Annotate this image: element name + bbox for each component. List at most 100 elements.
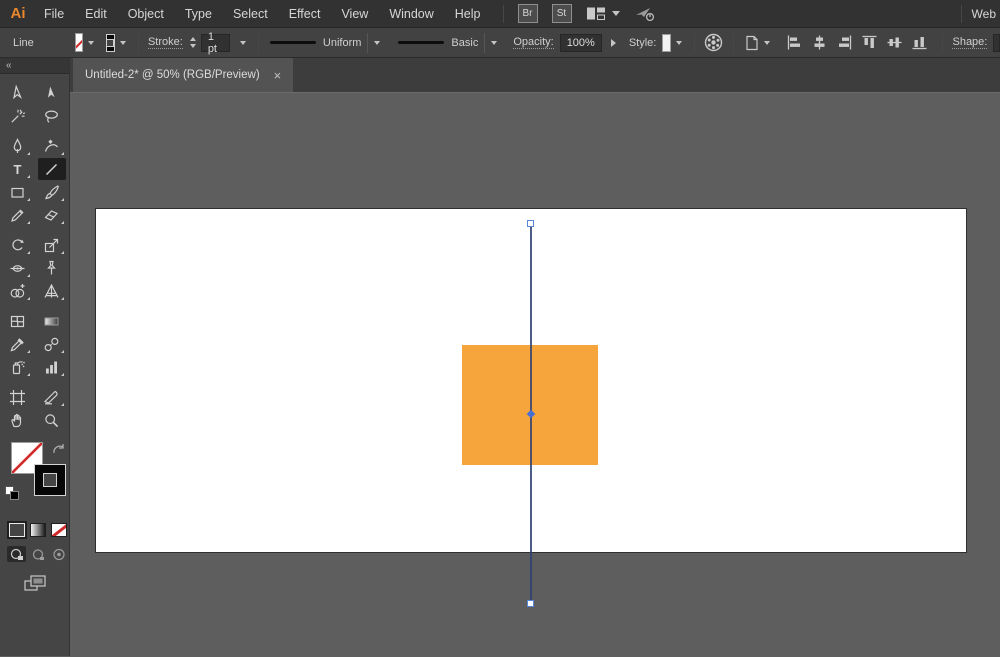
menu-object[interactable]: Object	[128, 7, 164, 21]
stroke-swatch-black[interactable]	[34, 464, 66, 496]
slice-tool[interactable]	[38, 386, 66, 408]
align-top-icon[interactable]	[861, 34, 878, 51]
none-mode-swatch[interactable]	[51, 523, 67, 537]
chevron-down-icon[interactable]	[88, 40, 95, 45]
symbol-sprayer-tool[interactable]	[4, 356, 32, 378]
align-horizontal-center-icon[interactable]	[811, 34, 828, 51]
puppet-warp-tool[interactable]	[38, 257, 66, 279]
draw-behind-mode[interactable]	[28, 546, 47, 562]
style-label[interactable]: Style:	[629, 37, 657, 49]
chevron-down-icon	[374, 40, 381, 45]
close-icon[interactable]: ×	[274, 69, 282, 82]
magic-wand-tool[interactable]	[4, 105, 32, 127]
stroke-weight-field[interactable]: 1 pt	[200, 31, 230, 55]
draw-normal-mode[interactable]	[7, 546, 26, 562]
chevron-down-icon	[491, 40, 498, 45]
screen-mode-icon[interactable]	[23, 574, 47, 597]
shape-builder-tool[interactable]	[4, 280, 32, 302]
column-graph-tool[interactable]	[38, 356, 66, 378]
chevron-down-icon	[611, 11, 620, 16]
width-profile-dropdown[interactable]: Uniform	[264, 33, 368, 53]
brush-preview	[398, 41, 445, 44]
eyedropper-tool[interactable]	[4, 333, 32, 355]
menu-select[interactable]: Select	[233, 7, 268, 21]
eraser-tool[interactable]	[38, 204, 66, 226]
line-segment-tool[interactable]	[37, 158, 66, 180]
swap-fill-stroke-icon[interactable]	[52, 443, 66, 456]
brush-chevron[interactable]	[484, 32, 503, 53]
recolor-artwork-icon[interactable]	[704, 33, 723, 52]
menu-help[interactable]: Help	[455, 7, 481, 21]
chevron-down-icon[interactable]	[239, 40, 246, 45]
brush-value: Basic	[451, 36, 479, 49]
shaper-tool[interactable]	[4, 204, 32, 226]
chevron-right-icon[interactable]	[610, 38, 616, 47]
curvature-tool[interactable]	[38, 135, 66, 157]
lasso-tool[interactable]	[38, 105, 66, 127]
mesh-tool[interactable]	[4, 310, 32, 332]
fill-color-swatch[interactable]	[74, 33, 84, 52]
opacity-panel-link[interactable]: Opacity:	[513, 36, 554, 49]
align-vertical-center-icon[interactable]	[886, 34, 903, 51]
share-icon[interactable]	[634, 6, 656, 22]
type-tool[interactable]: T	[4, 158, 32, 180]
document-setup-icon[interactable]	[743, 34, 771, 52]
gradient-mode-swatch[interactable]	[30, 523, 46, 537]
bridge-button[interactable]: Br	[517, 4, 538, 23]
color-mode-swatch[interactable]	[7, 521, 27, 539]
rectangle-tool[interactable]	[4, 181, 32, 203]
menu-file[interactable]: File	[44, 7, 64, 21]
illustrator-logo: Ai	[10, 5, 26, 22]
blend-tool[interactable]	[38, 333, 66, 355]
line-bottom-anchor[interactable]	[527, 600, 534, 607]
default-fill-stroke-icon[interactable]	[5, 486, 19, 500]
stroke-panel-link[interactable]: Stroke:	[147, 36, 183, 49]
draw-inside-mode[interactable]	[49, 546, 68, 562]
workspace-switcher[interactable]	[586, 6, 620, 21]
toolbar-collapse-button[interactable]: «	[6, 60, 12, 71]
artboard-tool[interactable]	[4, 386, 32, 408]
direct-selection-tool[interactable]	[38, 82, 66, 104]
stock-button[interactable]: St	[551, 4, 572, 23]
brush-definition-dropdown[interactable]: Basic	[392, 33, 484, 53]
hand-tool[interactable]	[4, 409, 32, 431]
document-tab[interactable]: Untitled-2* @ 50% (RGB/Preview) ×	[73, 58, 294, 92]
graphic-style-swatch[interactable]	[662, 33, 672, 52]
width-profile-preview	[269, 41, 316, 44]
stroke-weight-stepper[interactable]	[189, 37, 196, 48]
stroke-color-swatch[interactable]	[106, 33, 115, 52]
menu-effect[interactable]: Effect	[289, 7, 321, 21]
shape-widget-clipped	[993, 33, 1000, 52]
document-tab-bar: Untitled-2* @ 50% (RGB/Preview) ×	[70, 58, 1000, 92]
chevron-down-icon[interactable]	[119, 40, 126, 45]
zoom-tool[interactable]	[38, 409, 66, 431]
menu-window[interactable]: Window	[389, 7, 433, 21]
pen-tool[interactable]	[4, 135, 32, 157]
perspective-grid-tool[interactable]	[38, 280, 66, 302]
selection-tool[interactable]	[4, 82, 32, 104]
shape-panel-link[interactable]: Shape:	[952, 36, 988, 49]
draw-mode-row	[7, 546, 69, 562]
canvas[interactable]	[70, 92, 1000, 656]
width-tool[interactable]	[4, 257, 32, 279]
gradient-tool[interactable]	[38, 310, 66, 332]
paintbrush-tool[interactable]	[38, 181, 66, 203]
scale-tool[interactable]	[38, 234, 66, 256]
opacity-field[interactable]: 100%	[559, 33, 602, 52]
rotate-tool[interactable]	[4, 234, 32, 256]
align-bottom-icon[interactable]	[911, 34, 928, 51]
context-label: Line	[13, 36, 34, 49]
fill-stroke-cluster	[0, 441, 70, 513]
width-profile-chevron[interactable]	[367, 32, 386, 53]
workspace-name[interactable]: Web	[972, 7, 996, 21]
align-left-icon[interactable]	[786, 34, 803, 51]
paint-mode-row	[7, 521, 69, 539]
step-up-icon[interactable]	[189, 37, 196, 41]
line-top-anchor[interactable]	[527, 220, 534, 227]
menu-view[interactable]: View	[341, 7, 368, 21]
align-right-icon[interactable]	[836, 34, 853, 51]
step-down-icon[interactable]	[189, 44, 196, 48]
menu-edit[interactable]: Edit	[85, 7, 107, 21]
chevron-down-icon[interactable]	[676, 40, 683, 45]
menu-type[interactable]: Type	[185, 7, 212, 21]
